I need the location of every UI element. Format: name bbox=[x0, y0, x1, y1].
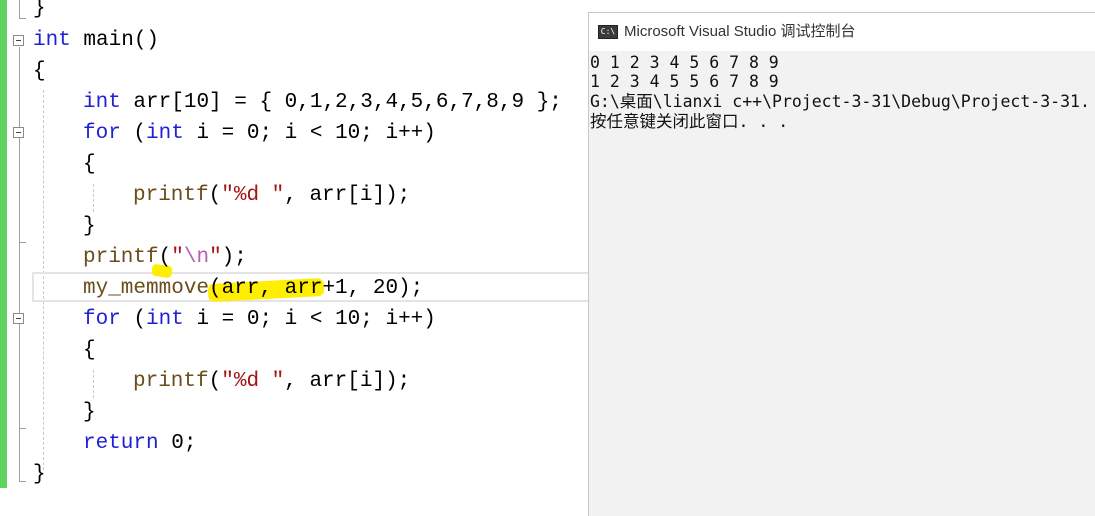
code-text: i = 0; i < 10; i++) bbox=[183, 122, 436, 145]
code-text: ( bbox=[120, 308, 147, 331]
function-name: printf bbox=[133, 370, 209, 393]
indent-guide bbox=[93, 370, 94, 398]
code-text: 0; bbox=[158, 432, 197, 455]
string-literal: "%d " bbox=[221, 370, 285, 393]
brace: { bbox=[33, 60, 46, 83]
collapse-for2-icon[interactable] bbox=[13, 313, 24, 324]
code-line[interactable]: } bbox=[83, 211, 96, 242]
outline-line bbox=[19, 47, 20, 481]
code-text: , arr[i]); bbox=[284, 184, 411, 207]
outline-tick bbox=[19, 242, 26, 243]
brace: { bbox=[83, 153, 96, 176]
outline-tick bbox=[19, 428, 26, 429]
code-text: main() bbox=[70, 29, 160, 52]
console-titlebar[interactable]: C:\ Microsoft Visual Studio 调试控制台 bbox=[589, 13, 1095, 51]
escape-sequence: \n bbox=[183, 246, 210, 269]
code-line[interactable]: for (int i = 0; i < 10; i++) bbox=[83, 304, 436, 335]
console-output-line: 0 1 2 3 4 5 6 7 8 9 bbox=[590, 53, 779, 72]
function-name: printf bbox=[83, 246, 159, 269]
change-tracking-bar bbox=[0, 0, 7, 488]
string-literal: " bbox=[209, 246, 222, 269]
code-line[interactable]: } bbox=[83, 397, 96, 428]
string-literal: " bbox=[171, 246, 184, 269]
indent-guide bbox=[93, 184, 94, 212]
code-text: ); bbox=[221, 246, 247, 269]
collapse-for1-icon[interactable] bbox=[13, 127, 24, 138]
keyword: int bbox=[33, 29, 71, 52]
code-line[interactable]: int arr[10] = { 0,1,2,3,4,5,6,7,8,9 }; bbox=[83, 87, 562, 118]
code-line[interactable]: } bbox=[33, 459, 46, 490]
code-text: ( bbox=[158, 246, 172, 269]
code-line[interactable]: int main() bbox=[33, 25, 159, 56]
console-output-line: 1 2 3 4 5 5 6 7 8 9 bbox=[590, 72, 779, 91]
code-line[interactable]: printf("%d ", arr[i]); bbox=[133, 366, 410, 397]
brace: } bbox=[33, 463, 46, 486]
console-title: Microsoft Visual Studio 调试控制台 bbox=[624, 23, 856, 40]
brace: } bbox=[33, 0, 46, 20]
console-prompt-line: 按任意键关闭此窗口. . . bbox=[590, 112, 789, 131]
code-line[interactable]: } bbox=[33, 0, 46, 24]
function-name: printf bbox=[133, 184, 209, 207]
outline-tick bbox=[19, 481, 26, 482]
code-line[interactable]: { bbox=[83, 149, 96, 180]
string-literal: "%d " bbox=[221, 184, 285, 207]
code-text: [10] = { 0,1,2,3,4,5,6,7,8,9 }; bbox=[171, 91, 562, 114]
code-text: i = 0; i < 10; i++) bbox=[183, 308, 436, 331]
keyword: for bbox=[83, 308, 121, 331]
code-line[interactable]: printf("\n"); bbox=[83, 242, 247, 273]
collapse-main-icon[interactable] bbox=[13, 35, 24, 46]
console-output-line: G:\桌面\lianxi c++\Project-3-31\Debug\Proj… bbox=[590, 92, 1090, 111]
function-name: my_memmove bbox=[83, 277, 210, 300]
keyword: int bbox=[83, 91, 121, 114]
code-line[interactable]: { bbox=[33, 56, 46, 87]
keyword: int bbox=[146, 308, 184, 331]
outline-tick bbox=[19, 18, 26, 19]
code-text: ( bbox=[120, 122, 147, 145]
keyword: return bbox=[83, 432, 159, 455]
console-app-icon: C:\ bbox=[598, 25, 618, 39]
code-text: ( bbox=[208, 370, 222, 393]
code-line[interactable]: return 0; bbox=[83, 428, 196, 459]
keyword: int bbox=[146, 122, 184, 145]
code-line[interactable]: my_memmove(arr, arr+1, 20); bbox=[83, 273, 423, 304]
debug-console-window[interactable]: C:\ Microsoft Visual Studio 调试控制台 0 1 2 … bbox=[588, 12, 1095, 516]
brace: } bbox=[83, 401, 96, 424]
code-text: (arr, arr+1, 20); bbox=[209, 277, 424, 300]
code-line[interactable]: for (int i = 0; i < 10; i++) bbox=[83, 118, 436, 149]
outline-line bbox=[19, 0, 20, 18]
code-line[interactable]: printf("%d ", arr[i]); bbox=[133, 180, 410, 211]
brace: } bbox=[83, 215, 96, 238]
brace: { bbox=[83, 339, 96, 362]
keyword: for bbox=[83, 122, 121, 145]
code-text: ( bbox=[208, 184, 222, 207]
code-line[interactable]: { bbox=[83, 335, 96, 366]
code-text: , arr[i]); bbox=[284, 370, 411, 393]
code-text: arr bbox=[120, 91, 172, 114]
